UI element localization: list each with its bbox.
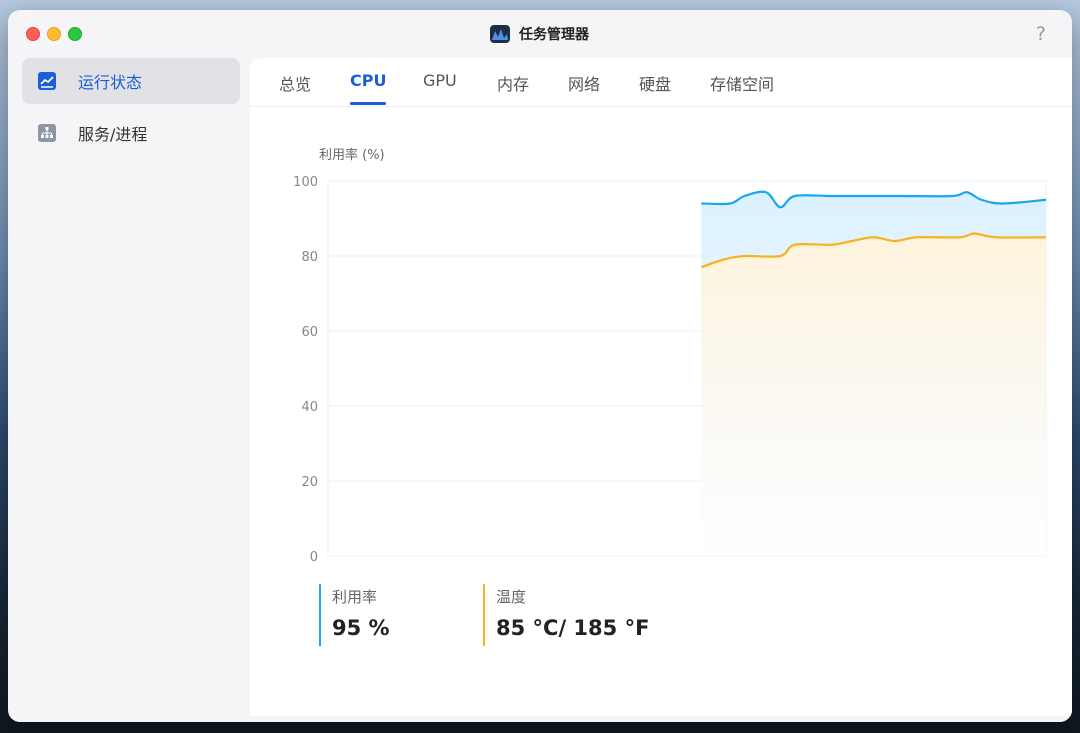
- help-icon[interactable]: ?: [1036, 23, 1046, 45]
- tab-network[interactable]: 网络: [568, 71, 600, 95]
- y-tick-label: 100: [293, 175, 318, 190]
- tab-bar: 总览 CPU GPU 内存 网络 硬盘 存储空间: [250, 58, 1072, 107]
- window-title: 任务管理器: [519, 27, 589, 43]
- metric-value: 95 %: [332, 616, 390, 640]
- sidebar-item-services[interactable]: 服务/进程: [22, 110, 240, 156]
- metric-label: 利用率: [332, 588, 378, 606]
- y-tick-label: 80: [301, 250, 318, 265]
- tab-memory[interactable]: 内存: [497, 71, 529, 95]
- hierarchy-icon: [38, 124, 56, 142]
- metric-temperature: 温度 85 °C/ 185 °F: [483, 584, 649, 646]
- active-tab-indicator: [350, 102, 386, 105]
- tab-overview[interactable]: 总览: [279, 71, 311, 95]
- maximize-window-button[interactable]: [68, 27, 82, 41]
- task-manager-window: 任务管理器 ? 运行状态 服务/进程 总览 CPU GPU 内存 网络 硬盘 存…: [8, 10, 1072, 722]
- cpu-usage-chart: 利用率 (%) 0 20 40 60 80 100: [293, 147, 1047, 565]
- sidebar: 运行状态 服务/进程: [8, 58, 250, 722]
- metric-color-bar: [483, 584, 485, 646]
- y-tick-label: 40: [301, 400, 318, 415]
- tab-cpu[interactable]: CPU: [350, 71, 386, 90]
- y-tick-label: 0: [310, 550, 318, 565]
- y-tick-label: 60: [301, 325, 318, 340]
- metric-utilization: 利用率 95 %: [319, 584, 390, 646]
- main-panel: 总览 CPU GPU 内存 网络 硬盘 存储空间 利用率 (%) 0 20 40 60: [250, 58, 1072, 716]
- sidebar-item-status[interactable]: 运行状态: [22, 58, 240, 104]
- chart-icon: [38, 72, 56, 90]
- y-axis-label: 利用率 (%): [319, 147, 385, 163]
- y-tick-label: 20: [301, 475, 318, 490]
- sidebar-item-label: 运行状态: [78, 73, 143, 92]
- metric-label: 温度: [496, 588, 527, 606]
- metric-value: 85 °C/ 185 °F: [496, 616, 650, 640]
- minimize-window-button[interactable]: [47, 27, 61, 41]
- close-window-button[interactable]: [26, 27, 40, 41]
- tab-disk[interactable]: 硬盘: [639, 71, 671, 95]
- series-area-1: [701, 233, 1046, 556]
- window-title-group: 任务管理器: [490, 24, 589, 44]
- metric-color-bar: [319, 584, 321, 646]
- title-bar: 任务管理器 ?: [8, 10, 1072, 58]
- sidebar-item-label: 服务/进程: [78, 125, 148, 144]
- tab-gpu[interactable]: GPU: [423, 71, 457, 90]
- app-icon: [490, 25, 510, 43]
- tab-storage[interactable]: 存储空间: [710, 71, 774, 95]
